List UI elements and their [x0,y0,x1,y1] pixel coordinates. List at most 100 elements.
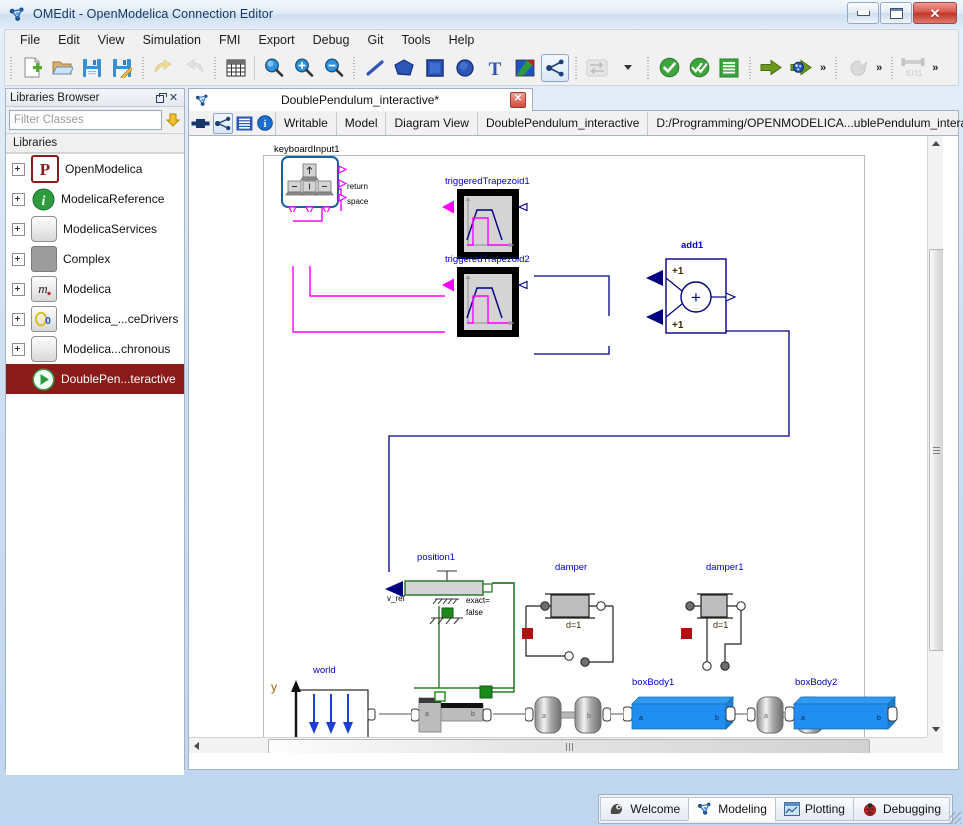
boxBody2-block[interactable]: a b [785,691,901,737]
save-as-icon[interactable] [108,54,136,82]
save-icon[interactable] [78,54,106,82]
transform-icon[interactable] [583,54,611,82]
menu-simulation[interactable]: Simulation [134,31,210,49]
check-all-models-icon[interactable] [685,54,713,82]
draw-polygon-icon[interactable] [391,54,419,82]
draw-ellipse-icon[interactable] [451,54,479,82]
mdi-tab-close-icon[interactable]: ✕ [510,92,526,108]
close-dock-button[interactable]: ✕ [167,91,180,104]
zoom-out-icon[interactable] [319,54,347,82]
text-view-icon[interactable] [235,113,254,134]
tab-debugging[interactable]: Debugging [853,797,950,821]
revolute-block-1[interactable]: a b [525,689,611,741]
draw-rectangle-icon[interactable] [421,54,449,82]
damper1-block[interactable] [681,576,781,671]
overflow-chevron-icon-2[interactable]: » [872,62,886,74]
triggeredTrapezoid2-block[interactable] [442,266,534,338]
library-item-doublependulum-interactive[interactable]: DoublePen...teractive [6,364,184,394]
menu-edit[interactable]: Edit [49,31,89,49]
diagram-view-icon[interactable] [213,113,233,134]
undo-icon[interactable] [150,54,178,82]
instantiate-model-icon[interactable] [715,54,743,82]
canvas-horizontal-scrollbar[interactable] [189,737,943,753]
diagram-canvas[interactable]: keyboardInput1 [189,136,943,753]
open-model-icon[interactable] [48,54,76,82]
horizontal-scroll-thumb[interactable] [268,739,870,753]
toolbar-grip-8[interactable] [833,55,840,81]
vertical-scroll-thumb[interactable] [929,249,943,651]
toolbar-grip-2[interactable] [140,55,147,81]
toolbar-grip-3[interactable] [212,55,219,81]
library-item-synchronous[interactable]: Modelica...chronous [6,334,184,364]
expand-icon[interactable] [12,193,25,206]
tab-modeling[interactable]: Modeling [688,797,776,821]
expand-icon[interactable] [12,253,25,266]
menu-tools[interactable]: Tools [392,31,439,49]
library-item-openmodelica[interactable]: P OpenModelica [6,154,184,184]
menu-file[interactable]: File [11,31,49,49]
boxBody1-block[interactable]: a b [623,691,739,737]
library-item-modelicaservices[interactable]: ModelicaServices [6,214,184,244]
close-button[interactable]: ✕ [913,2,957,24]
menu-debug[interactable]: Debug [304,31,359,49]
triggeredTrapezoid1-block[interactable] [442,188,534,260]
overflow-chevron-icon-3[interactable]: » [928,62,942,74]
keyboardInput1-block[interactable] [281,156,353,212]
filter-dropdown-icon[interactable] [165,112,181,128]
library-item-modelica[interactable]: m Modelica [6,274,184,304]
menu-view[interactable]: View [89,31,134,49]
menu-git[interactable]: Git [358,31,392,49]
simulate-with-debug-icon[interactable] [787,54,815,82]
library-item-complex[interactable]: Complex [6,244,184,274]
add1-block[interactable]: + +1 +1 [646,251,741,341]
mdi-tab-doublependulum[interactable]: DoublePendulum_interactive* ✕ [188,88,533,111]
draw-bitmap-icon[interactable] [511,54,539,82]
simulate-icon[interactable] [757,54,785,82]
draw-line-icon[interactable] [361,54,389,82]
toolbar-grip[interactable] [8,55,15,81]
menu-fmi[interactable]: FMI [210,31,250,49]
toolbar-grip-6[interactable] [645,55,652,81]
toolbar-grip-4[interactable] [351,55,358,81]
expand-icon[interactable] [12,223,25,236]
library-item-devicedrivers[interactable]: 0 Modelica_...ceDrivers [6,304,184,334]
toolbar-grip-9[interactable] [889,55,896,81]
redo-icon[interactable] [180,54,208,82]
documentation-view-icon[interactable]: i [256,113,274,134]
scroll-left-button[interactable] [189,738,204,753]
class-name-status: DoublePendulum_interactive [478,112,648,135]
minimize-button[interactable] [847,2,879,24]
filter-classes-input[interactable]: Filter Classes [9,110,162,130]
expand-icon[interactable] [12,163,25,176]
zoom-in-icon[interactable] [289,54,317,82]
libraries-tree[interactable]: P OpenModelica i ModelicaReference Model… [6,153,184,775]
expand-icon[interactable] [12,283,25,296]
toolbar-grip-5[interactable] [573,55,580,81]
menu-export[interactable]: Export [249,31,303,49]
window-size-grip[interactable] [949,812,961,824]
icon-view-icon[interactable] [190,113,211,134]
draw-text-icon[interactable]: T [481,54,509,82]
re-simulate-icon[interactable] [843,54,871,82]
svg-text:a: a [542,713,546,720]
tab-plotting[interactable]: Plotting [775,797,854,821]
connect-mode-icon[interactable] [541,54,569,82]
expand-icon[interactable] [12,343,25,356]
toolbar-grip-7[interactable] [747,55,754,81]
float-dock-button[interactable] [154,91,167,104]
maximize-button[interactable] [880,2,912,24]
overflow-chevron-icon[interactable]: » [816,62,830,74]
scroll-down-button[interactable] [928,722,943,737]
scroll-up-button[interactable] [928,136,943,151]
zoom-fit-icon[interactable] [259,54,287,82]
new-modelica-class-icon[interactable] [18,54,46,82]
check-model-icon[interactable] [655,54,683,82]
library-item-modelicareference[interactable]: i ModelicaReference [6,184,184,214]
t0-t1-icon[interactable]: t0 t1 [899,54,927,82]
transform-dropdown-icon[interactable] [613,54,641,82]
grid-lines-icon[interactable] [222,54,250,82]
tab-welcome[interactable]: Welcome [600,797,689,821]
menu-help[interactable]: Help [440,31,484,49]
canvas-vertical-scrollbar[interactable] [927,136,943,753]
expand-icon[interactable] [12,313,25,326]
